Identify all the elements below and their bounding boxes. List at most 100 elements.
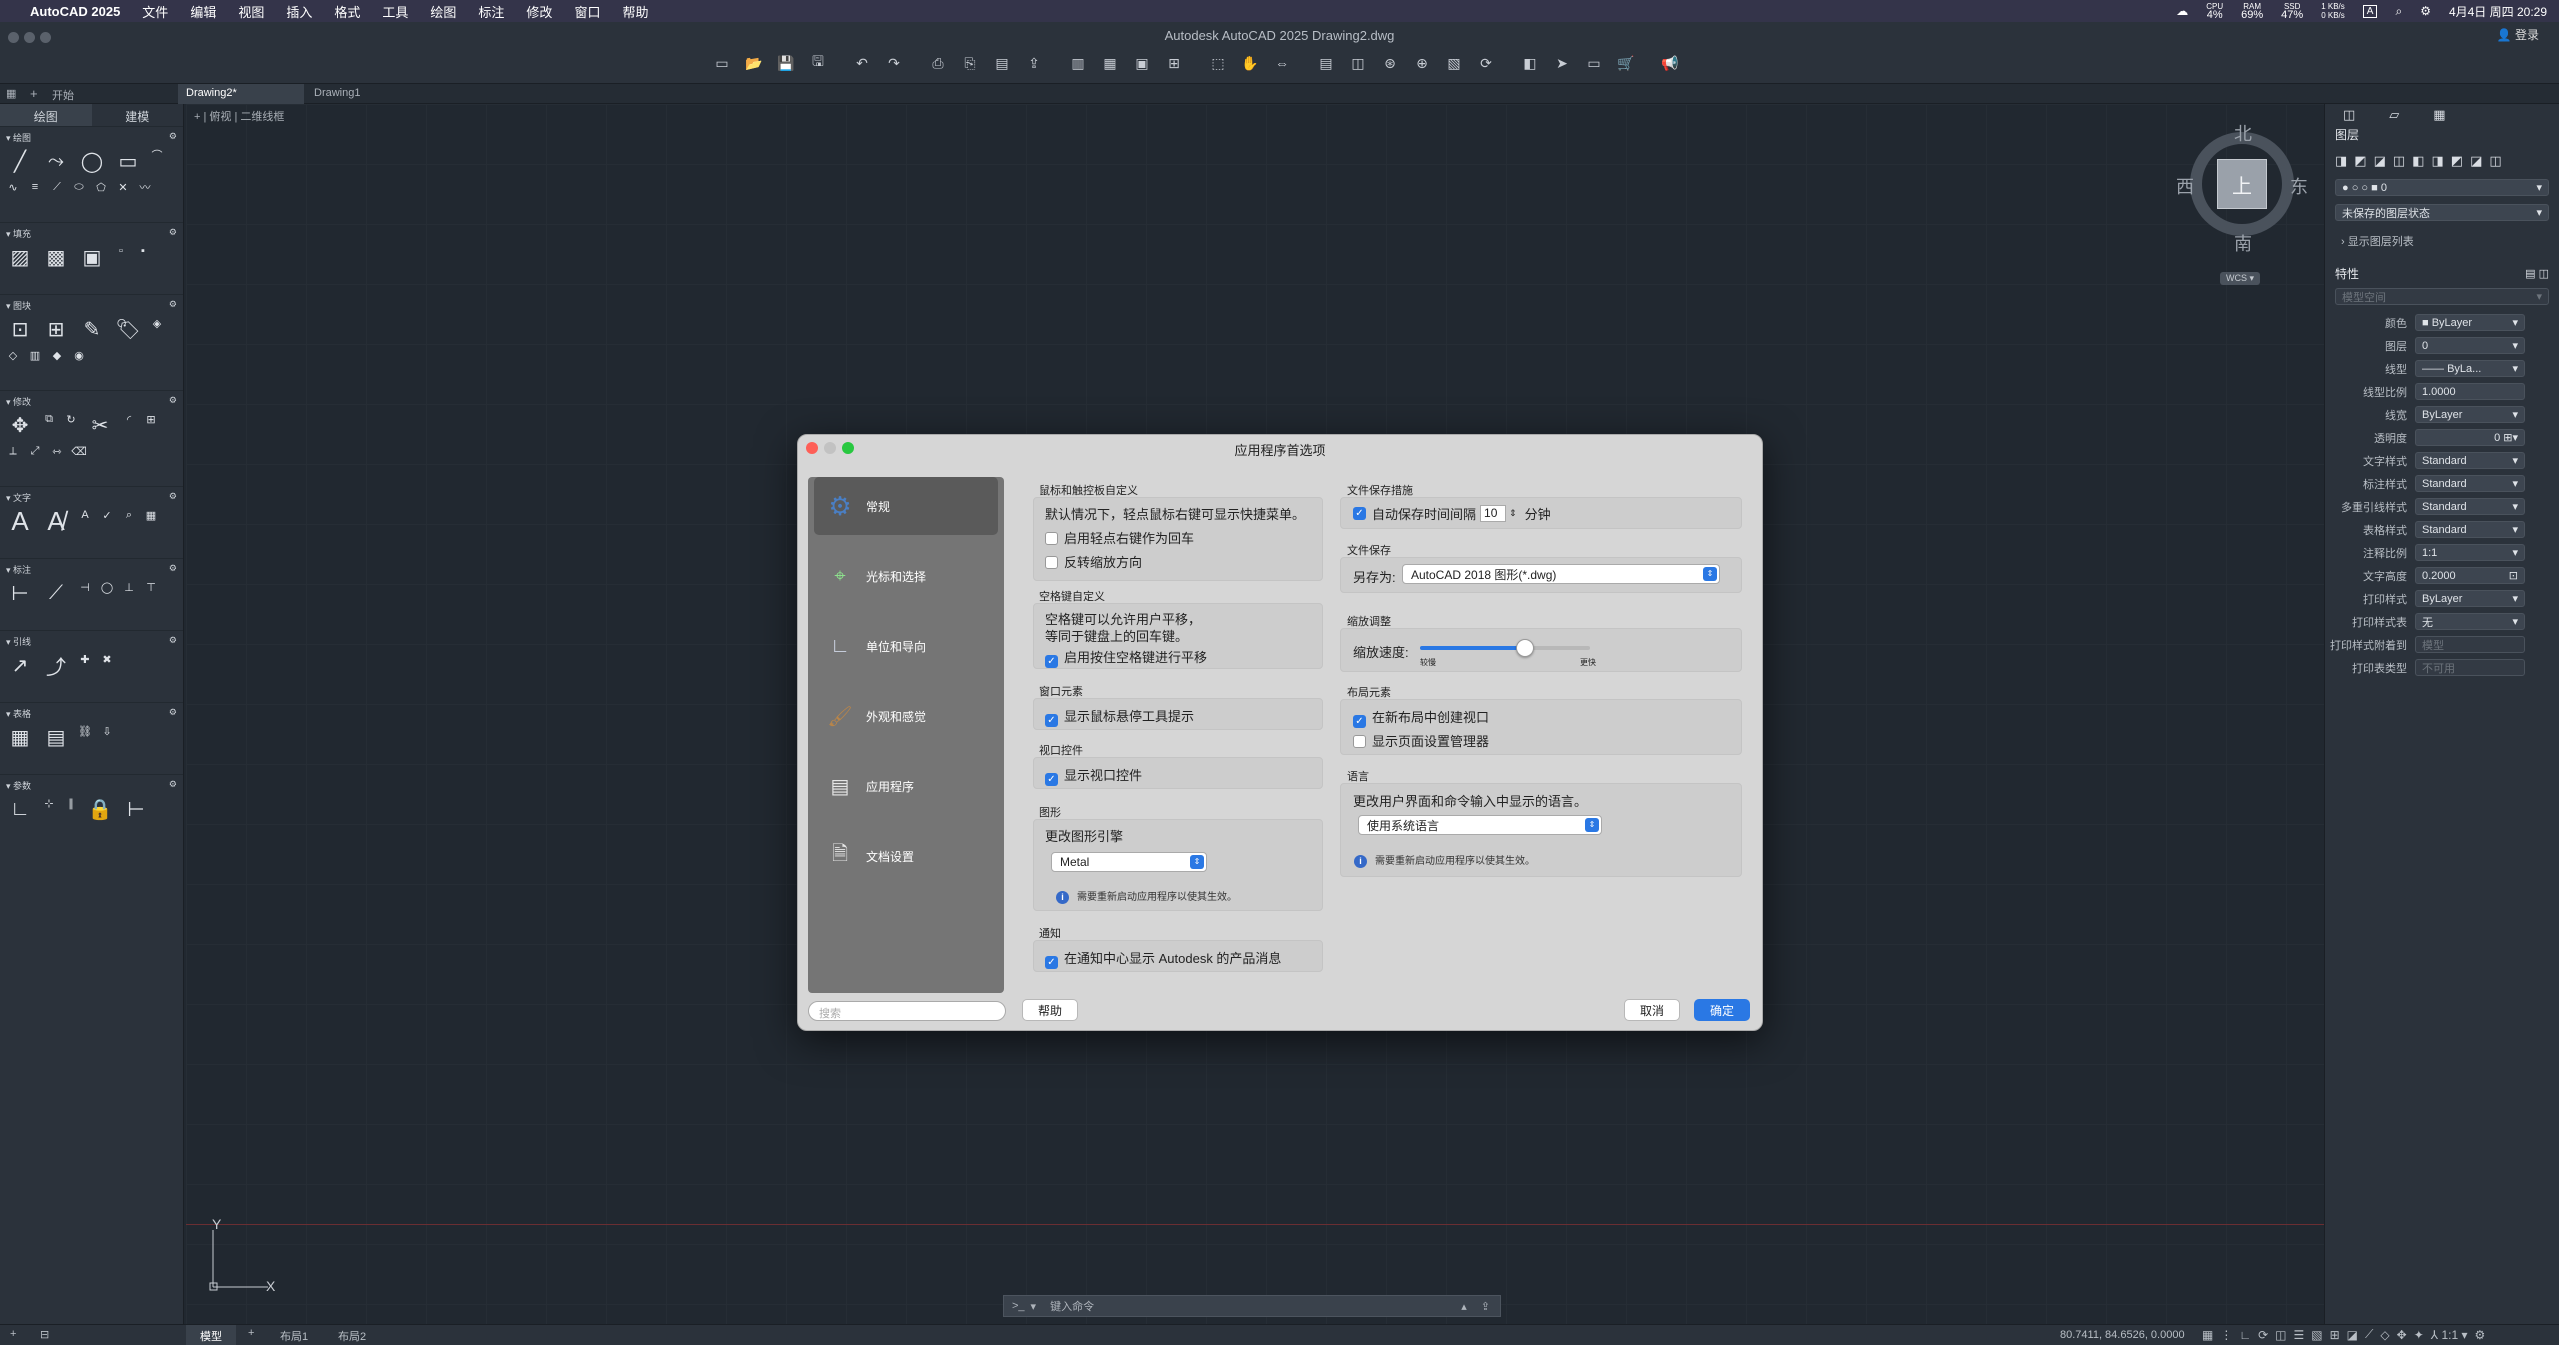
notify-option[interactable]: ✓ 在通知中心显示 Autodesk 的产品消息 [1045,948,1281,969]
layer-state-dropdown[interactable]: 未保存的图层状态 ▾ [2335,204,2549,221]
add-leader-icon[interactable]: ✚ [78,652,92,666]
block-tool-icon[interactable]: ▥ [28,348,42,362]
color-dropdown[interactable]: ■ ByLayer ▾ [2415,314,2525,331]
viewcube[interactable]: 上 北 南 东 西 WCS ▾ [2176,120,2308,285]
layer-lock-icon[interactable]: ◨ [2431,153,2443,169]
xline-icon[interactable]: ✕ [116,180,130,194]
lineweight-icon[interactable]: ☰ [2294,1328,2305,1342]
settings-icon[interactable]: ⚙ [169,707,177,720]
menu-file[interactable]: 文件 [142,2,168,21]
annotation-visibility-icon[interactable]: ✦ [2414,1328,2424,1342]
3d-osnap-icon[interactable]: ◪ [2347,1328,2358,1342]
section-title[interactable]: ▾ 文字 [6,491,31,504]
dimension-icon[interactable]: ⊢ [6,580,34,606]
layer-state-icon[interactable]: ◩ [2354,153,2366,169]
hatch-icon[interactable]: ▨ [6,244,34,270]
trim-icon[interactable]: ✂ [86,412,114,438]
tool-palettes-icon[interactable]: ⊕ [1412,54,1432,72]
block-tool-icon[interactable]: ◈ [150,316,164,330]
block-tool-icon[interactable]: ◆ [50,348,64,362]
layers-tab-icon[interactable]: ◫ [2343,107,2355,123]
plot-style-dropdown[interactable]: ByLayer ▾ [2415,590,2525,607]
settings-icon[interactable]: ⚙ [169,299,177,312]
object-snap-icon[interactable]: ◫ [2275,1328,2286,1342]
mline-icon[interactable]: ≡ [28,180,42,194]
leader-icon[interactable]: ↗ [6,652,34,678]
section-title[interactable]: ▾ 参数 [6,779,31,792]
sidebar-item-document[interactable]: 🗎 文档设置 [814,827,998,885]
zoom-speed-slider[interactable] [1420,639,1590,657]
markup-icon[interactable]: ⟳ [1476,54,1496,72]
field-icon[interactable]: ▦ [144,508,158,522]
user-login[interactable]: 👤 登录 [2497,26,2539,43]
remove-leader-icon[interactable]: ✖ [100,652,114,666]
baseline-icon[interactable]: ⊥ [122,580,136,594]
table-icon[interactable]: ▦ [6,724,34,750]
table-tab-icon[interactable]: ▦ [2433,107,2445,123]
autosave-interval-input[interactable]: 10 [1480,505,1507,522]
save-icon[interactable]: 💾 [776,54,796,72]
layer-match-icon[interactable]: ◩ [2451,153,2463,169]
extract-data-icon[interactable]: ⇩ [100,724,114,738]
block-tool-icon[interactable]: ◉ [72,348,86,362]
aligned-dimension-icon[interactable]: ⟋ [42,580,70,606]
plot-style-table-dropdown[interactable]: 无 ▾ [2415,613,2525,630]
compass-south[interactable]: 南 [2234,230,2252,256]
checkbox[interactable] [1045,556,1058,569]
selection-cycling-icon[interactable]: ⊞ [2330,1328,2340,1342]
compass-north[interactable]: 北 [2234,120,2252,146]
ok-button[interactable]: 确定 [1694,999,1750,1021]
blocks-tab-icon[interactable]: ▱ [2389,107,2399,123]
layout-menu-icon[interactable]: ⊟ [40,1328,49,1341]
erase-icon[interactable]: ⌫ [71,444,87,458]
section-title[interactable]: ▾ 修改 [6,395,31,408]
layer-icon[interactable]: ▦ [1100,54,1120,72]
spell-check-icon[interactable]: ✓ [100,508,114,522]
workspace-icon[interactable]: ⚙ [2475,1328,2486,1342]
save-as-icon[interactable]: 🖫 [808,53,828,72]
mtext-icon[interactable]: A [6,506,34,536]
checkbox-checked[interactable]: ✓ [1045,956,1058,969]
tab-drawing2[interactable]: Drawing2* [178,84,304,104]
sidebar-item-application[interactable]: ▤ 应用程序 [814,757,998,815]
autosave-option[interactable]: ✓ 自动保存时间间隔 10 ⇕ 分钟 [1353,504,1551,523]
new-icon[interactable]: ▭ [712,54,732,72]
add-icon[interactable]: + [10,1328,16,1340]
graphics-engine-select[interactable]: Metal ⇕ [1051,852,1207,872]
preferences-search-input[interactable]: 搜索 [808,1001,1006,1021]
properties-options-icon[interactable]: ▤ ◫ [2525,267,2549,280]
stretch-icon[interactable]: ⇿ [50,444,64,458]
rectangle-icon[interactable]: ▭ [114,148,142,174]
tab-layout2[interactable]: 布局2 [338,1328,366,1344]
polar-tracking-icon[interactable]: ⟳ [2258,1328,2268,1342]
annotation-scale-dropdown[interactable]: 1:1 ▾ [2415,544,2525,561]
redo-icon[interactable]: ↷ [884,54,904,72]
compass-east[interactable]: 东 [2290,173,2308,199]
text-style-dropdown[interactable]: Standard ▾ [2415,452,2525,469]
checkbox-checked[interactable]: ✓ [1353,507,1366,520]
match-properties-icon[interactable]: ▥ [1068,54,1088,72]
sidebar-item-general[interactable]: ⚙ 常规 [814,477,998,535]
settings-icon[interactable]: ⚙ [169,491,177,504]
checkbox-checked[interactable]: ✓ [1045,773,1058,786]
publish-icon[interactable]: ▤ [992,54,1012,72]
wipeout-icon[interactable]: ▪ [136,244,150,258]
orbit-icon[interactable]: ⇔ [1272,54,1292,72]
menu-format[interactable]: 格式 [334,2,360,21]
open-icon[interactable]: 📂 [744,54,764,72]
menu-dimension[interactable]: 标注 [478,2,504,21]
new-tab-icon[interactable]: + [30,86,38,101]
help-button[interactable]: 帮助 [1022,999,1078,1021]
viewcube-face-top[interactable]: 上 [2217,159,2267,209]
mouse-right-click-enter[interactable]: 启用轻点右键作为回车 [1045,528,1194,547]
edit-block-icon[interactable]: ✎ [78,316,106,342]
gizmo-icon[interactable]: ✥ [2397,1328,2407,1342]
layer-previous-icon[interactable]: ◪ [2470,153,2482,169]
dim-style-dropdown[interactable]: Standard ▾ [2415,475,2525,492]
block-tool-icon[interactable]: ◇ [6,348,20,362]
section-title[interactable]: ▾ 图块 [6,299,31,312]
menu-modify[interactable]: 修改 [526,2,552,21]
notifications-icon[interactable]: 📢 [1660,54,1680,72]
control-center-icon[interactable]: ⚙ [2420,4,2431,18]
compass-west[interactable]: 西 [2176,173,2194,199]
